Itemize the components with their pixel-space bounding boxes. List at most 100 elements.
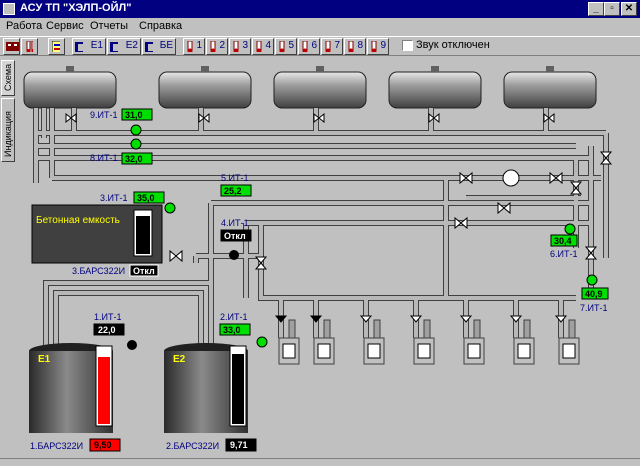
tab-scheme-label: Схема bbox=[3, 63, 13, 91]
pump-button-label: 5 bbox=[288, 40, 294, 51]
storage-tanks bbox=[23, 66, 597, 109]
pump-button-label: 2 bbox=[219, 40, 225, 51]
report-button[interactable] bbox=[48, 38, 65, 55]
sensor-3-value: 35,0 bbox=[137, 193, 155, 203]
status-dot-green bbox=[586, 274, 598, 286]
pump-button-label: 9 bbox=[380, 40, 386, 51]
menu-bar: Работа Сервис Отчеты Справка bbox=[0, 18, 640, 36]
tank-e2-bars-label: 2.БАРС322И bbox=[166, 441, 219, 451]
sound-off-label: Звук отключен bbox=[416, 39, 490, 51]
minimize-button[interactable]: _ bbox=[588, 2, 604, 16]
pump-button-label: 3 bbox=[242, 40, 248, 51]
maximize-button[interactable]: ▫ bbox=[604, 2, 620, 16]
valve[interactable] bbox=[254, 256, 268, 270]
tank-e2-level-fill bbox=[232, 354, 244, 424]
concrete-tank-label: Бетонная емкость bbox=[36, 215, 120, 226]
tank-icon bbox=[75, 42, 83, 52]
toolbar: E1 E2 БЕ 1 2 3 4 5 6 7 8 9 bbox=[0, 36, 640, 56]
tank-e1-bars-label: 1.БАРС322И bbox=[30, 441, 83, 451]
pump-button-5[interactable]: 5 bbox=[275, 38, 297, 55]
valve[interactable] bbox=[169, 249, 183, 263]
menu-item-otchety[interactable]: Отчеты bbox=[90, 20, 128, 32]
sensor-4-value: Откл bbox=[224, 231, 246, 241]
thermometer-icon bbox=[26, 41, 33, 52]
status-dot-green bbox=[256, 336, 268, 348]
title-bar: АСУ ТП "ХЭЛП-ОЙЛ" _ ▫ ✕ bbox=[0, 0, 640, 18]
tab-scheme[interactable]: Схема bbox=[1, 60, 15, 96]
pump-button-label: 8 bbox=[357, 40, 363, 51]
storage-tank bbox=[273, 71, 367, 109]
panel-button[interactable] bbox=[3, 38, 20, 55]
thermometer-icon bbox=[187, 41, 193, 52]
valve[interactable] bbox=[549, 171, 563, 185]
pump-button-4[interactable]: 4 bbox=[252, 38, 274, 55]
thermometer-icon bbox=[256, 41, 262, 52]
menu-item-servis[interactable]: Сервис bbox=[46, 20, 84, 32]
tank-e1-button[interactable]: E1 bbox=[72, 38, 106, 55]
thermometer-icon bbox=[325, 41, 331, 52]
tank-be-label: БЕ bbox=[159, 40, 173, 51]
pump-button-6[interactable]: 6 bbox=[298, 38, 320, 55]
sensor-5-value: 25,2 bbox=[224, 186, 242, 196]
status-dot-green bbox=[164, 202, 176, 214]
status-dot-green bbox=[564, 223, 576, 235]
thermometer-icon bbox=[348, 41, 354, 52]
pump-button-3[interactable]: 3 bbox=[229, 38, 251, 55]
storage-tank bbox=[23, 71, 117, 109]
valve[interactable] bbox=[454, 216, 468, 230]
pump-button-9[interactable]: 9 bbox=[367, 38, 389, 55]
tank-icon bbox=[145, 42, 153, 52]
thermometer-icon bbox=[233, 41, 239, 52]
report-icon bbox=[52, 41, 60, 52]
close-button[interactable]: ✕ bbox=[621, 2, 637, 16]
tank-e1-label: E1 bbox=[90, 40, 103, 51]
tab-indication-label: Индикация bbox=[3, 111, 13, 157]
sensor-7-label: 7.ИТ-1 bbox=[580, 303, 607, 313]
status-dot-black bbox=[127, 340, 137, 350]
thermometer-icon bbox=[371, 41, 377, 52]
pump-button-2[interactable]: 2 bbox=[206, 38, 228, 55]
valve[interactable] bbox=[569, 181, 583, 195]
panel-icon bbox=[6, 42, 19, 51]
sensor-5-label: 5.ИТ-1 bbox=[221, 173, 248, 183]
menu-item-rabota[interactable]: Работа bbox=[6, 20, 42, 32]
concrete-tank-level-fill bbox=[136, 216, 150, 254]
thermometer-icon bbox=[279, 41, 285, 52]
storage-tank bbox=[158, 71, 252, 109]
side-tabs: Схема Индикация bbox=[0, 58, 16, 458]
pump-button-1[interactable]: 1 bbox=[183, 38, 205, 55]
valve[interactable] bbox=[599, 151, 613, 165]
sensor-1-value: 22,0 bbox=[98, 325, 116, 335]
valve[interactable] bbox=[459, 171, 473, 185]
menu-item-spravka[interactable]: Справка bbox=[139, 20, 182, 32]
concrete-tank-bars-label: 3.БАРС322И bbox=[72, 266, 125, 276]
valve[interactable] bbox=[584, 246, 598, 260]
tank-be-button[interactable]: БЕ bbox=[142, 38, 176, 55]
concrete-tank-bars-value: Откл bbox=[133, 266, 155, 276]
sensor-6-value: 30,4 bbox=[554, 236, 572, 246]
thermometer-button[interactable] bbox=[21, 38, 38, 55]
storage-tank bbox=[503, 71, 597, 109]
status-dot-green bbox=[130, 124, 142, 136]
sensor-4-label: 4.ИТ-1 bbox=[221, 218, 248, 228]
sensor-1-label: 1.ИТ-1 bbox=[94, 312, 121, 322]
process-scheme: 9.ИТ-1 31,0 8.ИТ-1 32,0 3.ИТ-1 35,0 5.ИТ… bbox=[16, 58, 638, 458]
pump-icon[interactable] bbox=[502, 169, 520, 187]
thermometer-icon bbox=[302, 41, 308, 52]
status-dot-green bbox=[130, 138, 142, 150]
pump-button-label: 7 bbox=[334, 40, 340, 51]
sensor-8-value: 32,0 bbox=[125, 154, 143, 164]
pump-button-8[interactable]: 8 bbox=[344, 38, 366, 55]
sound-off-checkbox[interactable] bbox=[402, 40, 413, 51]
storage-tank bbox=[388, 71, 482, 109]
tank-e2-button[interactable]: E2 bbox=[107, 38, 141, 55]
pump-button-label: 6 bbox=[311, 40, 317, 51]
tank-icon bbox=[110, 42, 118, 52]
pump-button-7[interactable]: 7 bbox=[321, 38, 343, 55]
sensor-8-label: 8.ИТ-1 bbox=[90, 153, 117, 163]
sensor-9-label: 9.ИТ-1 bbox=[90, 110, 117, 120]
pump-button-label: 1 bbox=[196, 40, 202, 51]
concrete-tank bbox=[31, 204, 163, 264]
filling-posts bbox=[274, 315, 580, 365]
tab-indication[interactable]: Индикация bbox=[1, 98, 15, 162]
